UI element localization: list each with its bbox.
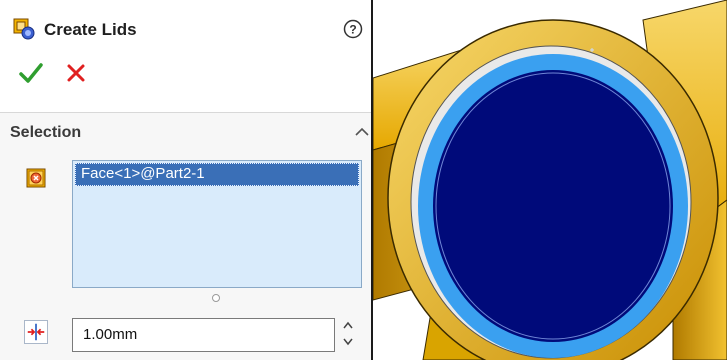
create-lids-icon (13, 18, 35, 40)
spinner-down-icon[interactable] (342, 337, 354, 347)
svg-text:?: ? (349, 23, 356, 37)
model-view[interactable] (373, 0, 727, 360)
thickness-icon (24, 320, 48, 344)
selection-section-title: Selection (10, 124, 82, 141)
cancel-button[interactable] (64, 60, 88, 86)
help-icon[interactable]: ? (343, 19, 363, 39)
thickness-input[interactable]: 1.00mm (72, 318, 335, 352)
property-manager-panel: Create Lids ? Selection Face<1>@Part2-1 … (0, 0, 373, 360)
face-selection-icon (26, 168, 46, 188)
ok-button[interactable] (18, 60, 44, 86)
page-title: Create Lids (44, 20, 137, 39)
selection-list[interactable]: Face<1>@Part2-1 (72, 160, 362, 288)
spinner-up-icon[interactable] (342, 320, 354, 330)
list-resize-handle[interactable] (212, 294, 220, 302)
panel-header: Create Lids ? (0, 0, 371, 112)
chevron-up-icon[interactable] (354, 126, 370, 138)
graphics-area[interactable] (373, 0, 727, 360)
header-divider (0, 112, 371, 113)
list-item[interactable]: Face<1>@Part2-1 (75, 163, 359, 186)
